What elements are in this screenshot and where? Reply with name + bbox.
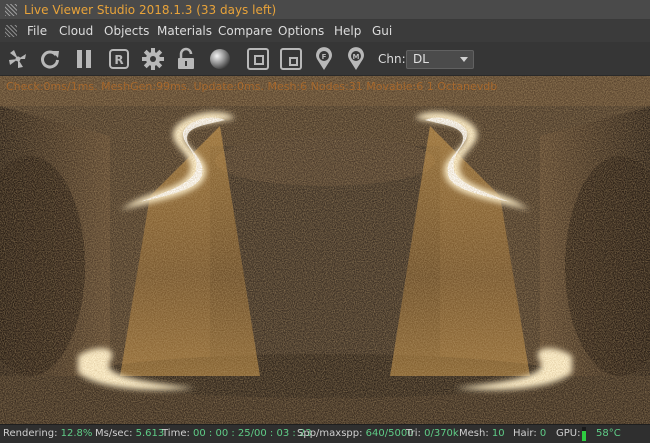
status-spp: Spp/maxspp: 640/5000 xyxy=(297,428,414,439)
svg-text:F: F xyxy=(322,53,327,61)
status-hair-value: 0 xyxy=(539,428,547,439)
film-region-icon[interactable] xyxy=(245,46,271,72)
status-ms-sec: Ms/sec: 5.613 xyxy=(95,428,165,439)
status-bar: Rendering: 12.8% Ms/sec: 5.613 Time: 00 … xyxy=(0,424,650,443)
menu-cloud[interactable]: Cloud xyxy=(59,24,93,38)
film-region-alt-icon[interactable] xyxy=(278,46,304,72)
menu-compare[interactable]: Compare xyxy=(218,24,272,38)
status-tri: Tri: 0/370k xyxy=(406,428,459,439)
render-info-overlay: Check:0ms/1ms. MeshGen:99ms. Update:0ms.… xyxy=(6,80,498,93)
menu-options[interactable]: Options xyxy=(278,24,324,38)
menu-help[interactable]: Help xyxy=(334,24,361,38)
lock-icon[interactable] xyxy=(173,46,199,72)
status-gpu-label: GPU: xyxy=(556,428,581,439)
window-title: Live Viewer Studio 2018.1.3 (33 days lef… xyxy=(24,3,277,17)
render-viewport[interactable]: Check:0ms/1ms. MeshGen:99ms. Update:0ms.… xyxy=(0,76,650,424)
window-grip-icon[interactable] xyxy=(5,4,17,16)
material-pick-icon[interactable]: M xyxy=(343,46,369,72)
menu-grip-icon[interactable] xyxy=(5,25,17,37)
status-ms-value: 5.613 xyxy=(135,428,165,439)
menu-bar: File Cloud Objects Materials Compare Opt… xyxy=(0,20,650,42)
send-scene-icon[interactable] xyxy=(5,46,31,72)
menu-objects[interactable]: Objects xyxy=(104,24,149,38)
title-bar: Live Viewer Studio 2018.1.3 (33 days lef… xyxy=(0,0,650,20)
status-time: Time: 00 : 00 : 25/00 : 03 : 23 xyxy=(162,428,312,439)
menu-gui[interactable]: Gui xyxy=(372,24,392,38)
focus-pick-icon[interactable]: F xyxy=(311,46,337,72)
channel-value: DL xyxy=(413,52,429,66)
render-image xyxy=(0,76,650,424)
restart-render-icon[interactable] xyxy=(37,46,63,72)
gpu-usage-fill xyxy=(582,430,586,441)
status-hair: Hair: 0 xyxy=(513,428,547,439)
chevron-down-icon xyxy=(460,57,468,62)
pause-render-icon[interactable] xyxy=(71,46,97,72)
status-rendering-value: 12.8% xyxy=(60,428,93,439)
menu-file[interactable]: File xyxy=(27,24,47,38)
channel-select[interactable]: DL xyxy=(406,50,474,69)
material-sphere-icon[interactable] xyxy=(207,46,233,72)
settings-gear-icon[interactable] xyxy=(140,46,166,72)
region-render-icon[interactable]: R xyxy=(106,46,132,72)
status-mesh: Mesh: 10 xyxy=(459,428,505,439)
toolbar: R F M Chn: DL xyxy=(0,42,650,76)
status-gpu-temp: 58°C xyxy=(596,428,621,439)
svg-text:R: R xyxy=(114,53,123,67)
status-rendering: Rendering: 12.8% xyxy=(3,428,93,439)
menu-materials[interactable]: Materials xyxy=(157,24,212,38)
status-mesh-value: 10 xyxy=(491,428,505,439)
status-time-value: 00 : 00 : 25/00 : 03 : 23 xyxy=(193,428,312,439)
status-tri-value: 0/370k xyxy=(424,428,459,439)
channel-label: Chn: xyxy=(378,52,406,66)
gpu-usage-bar xyxy=(582,427,586,441)
svg-text:M: M xyxy=(353,53,360,61)
